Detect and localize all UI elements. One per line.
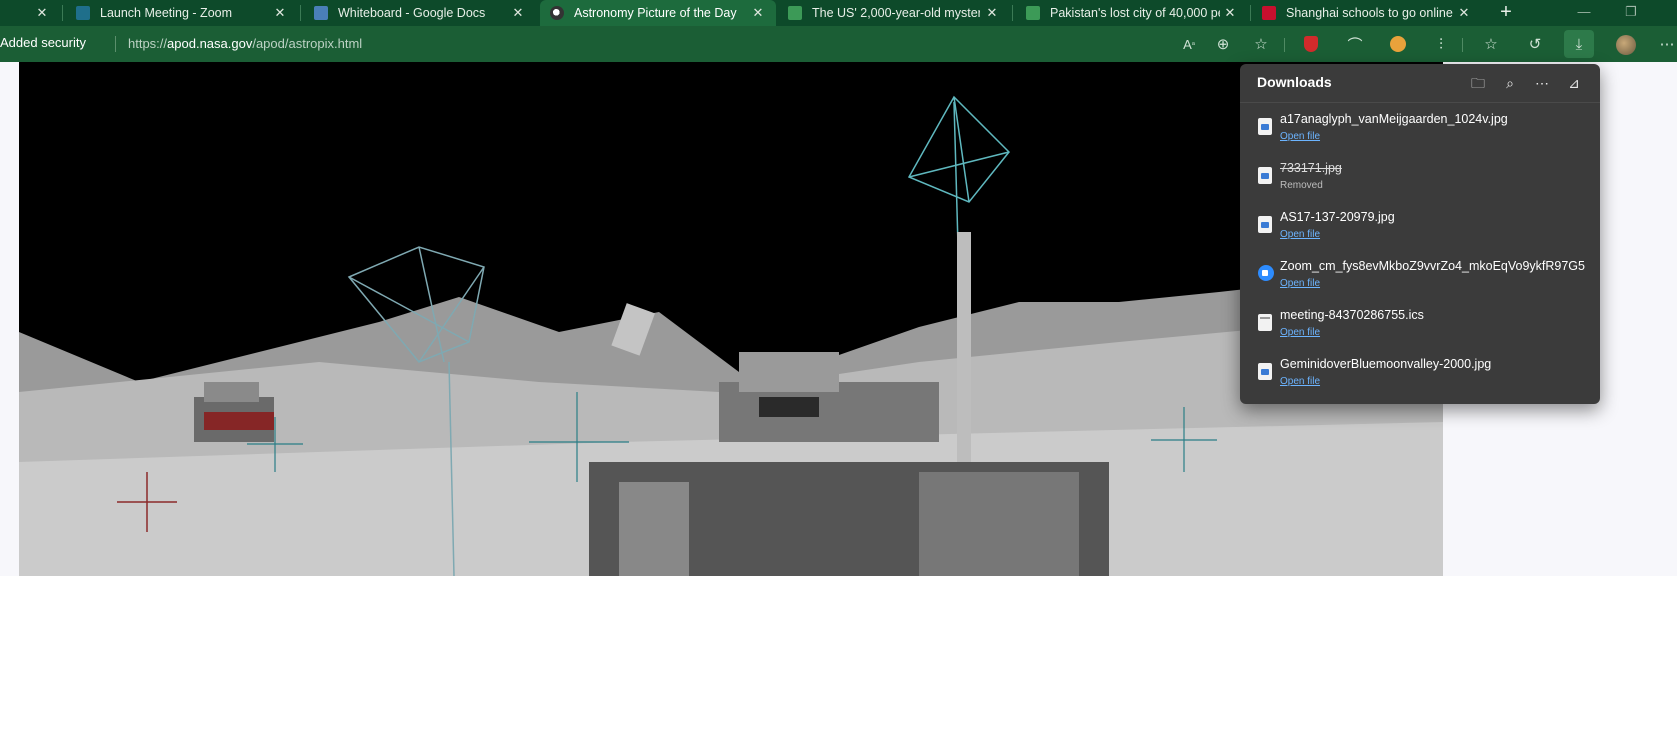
download-status: Removed (1280, 180, 1323, 191)
url-field[interactable]: https://apod.nasa.gov/apod/astropix.html (128, 36, 362, 51)
extension-arc-icon[interactable]: ⌒ (1344, 33, 1366, 55)
download-filename: GeminidoverBluemoonvalley-2000.jpg (1280, 357, 1492, 371)
add-favorite-icon[interactable]: ☆ (1250, 33, 1272, 55)
close-icon[interactable]: ✕ (34, 5, 50, 21)
zoom-icon[interactable]: ⊕ (1212, 33, 1234, 55)
open-folder-icon[interactable]: 🗀 (1468, 73, 1488, 93)
downloads-icon[interactable]: ⤓ (1564, 30, 1594, 58)
tab-google-docs[interactable]: Whiteboard - Google Docs ✕ (306, 0, 536, 26)
download-item[interactable]: a17anaglyph_vanMeijgaarden_1024v.jpg Ope… (1240, 104, 1600, 150)
apod-image[interactable] (19, 62, 1443, 576)
extension-badge-icon[interactable] (1387, 33, 1409, 55)
tab-label: The US' 2,000-year-old mystery (812, 6, 980, 20)
sheets-icon (1026, 6, 1040, 20)
read-aloud-icon[interactable]: Aᵃ (1178, 33, 1200, 55)
open-file-link[interactable]: Open file (1280, 229, 1320, 240)
docs-icon (314, 6, 328, 20)
downloads-header: Downloads 🗀 ⌕ ⋯ ⊿ (1240, 64, 1600, 103)
close-icon[interactable]: ✕ (510, 5, 526, 21)
tab-label: Pakistan's lost city of 40,000 peo (1050, 6, 1220, 20)
search-icon[interactable]: ⌕ (1500, 73, 1520, 93)
news-icon (1262, 6, 1276, 20)
tab-partial[interactable]: ✕ (0, 0, 60, 26)
apod-icon (550, 6, 564, 20)
url-domain: apod.nasa.gov (167, 36, 253, 51)
download-filename: AS17-137-20979.jpg (1280, 210, 1395, 224)
history-icon[interactable]: ↺ (1524, 33, 1546, 55)
image-file-icon (1258, 167, 1272, 184)
downloads-title: Downloads (1257, 74, 1332, 90)
tab-shanghai[interactable]: Shanghai schools to go online a ✕ (1256, 0, 1482, 26)
open-file-link[interactable]: Open file (1280, 376, 1320, 387)
close-icon[interactable]: ✕ (750, 5, 766, 21)
url-prefix: https:// (128, 36, 168, 51)
tab-separator (1250, 5, 1251, 21)
restore-icon[interactable]: ❐ (1622, 4, 1640, 20)
download-item[interactable]: GeminidoverBluemoonvalley-2000.jpg Open … (1240, 349, 1600, 395)
tab-label: Launch Meeting - Zoom (100, 6, 233, 20)
open-file-link[interactable]: Open file (1280, 327, 1320, 338)
open-file-link[interactable]: Open file (1280, 278, 1320, 289)
download-item[interactable]: Zoom_cm_fys8evMkboZ9vvrZo4_mkoEqVo9ykfR9… (1240, 251, 1600, 297)
download-filename: 733171.jpg (1280, 161, 1342, 175)
minimize-icon[interactable]: — (1575, 4, 1593, 19)
tab-separator (300, 5, 301, 21)
tab-label: Whiteboard - Google Docs (338, 6, 486, 20)
download-item[interactable]: meeting-84370286755.ics Open file (1240, 300, 1600, 346)
divider (1284, 38, 1285, 52)
tab-separator (62, 5, 63, 21)
tab-apod[interactable]: Astronomy Picture of the Day ✕ (540, 0, 776, 26)
image-file-icon (1258, 118, 1272, 135)
open-file-link[interactable]: Open file (1280, 131, 1320, 142)
zoom-icon (76, 6, 90, 20)
close-icon[interactable]: ✕ (1456, 5, 1472, 21)
tab-strip: ✕ Launch Meeting - Zoom ✕ Whiteboard - G… (0, 0, 1677, 26)
favorites-icon[interactable]: ☆ (1480, 33, 1502, 55)
extension-shield-icon[interactable] (1300, 33, 1322, 55)
divider (115, 36, 116, 52)
download-filename: a17anaglyph_vanMeijgaarden_1024v.jpg (1280, 112, 1508, 126)
more-options-icon[interactable]: ⋯ (1532, 73, 1552, 93)
image-file-icon (1258, 216, 1272, 233)
new-tab-button[interactable]: + (1495, 2, 1517, 24)
sheets-icon (788, 6, 802, 20)
tab-separator (1012, 5, 1013, 21)
close-icon[interactable]: ✕ (1222, 5, 1238, 21)
tab-zoom[interactable]: Launch Meeting - Zoom ✕ (68, 0, 298, 26)
tab-label: Astronomy Picture of the Day (574, 6, 737, 20)
download-filename: Zoom_cm_fys8evMkboZ9vvrZo4_mkoEqVo9ykfR9… (1280, 259, 1585, 273)
address-bar: Added security https://apod.nasa.gov/apo… (0, 26, 1677, 62)
tab-label: Shanghai schools to go online a (1286, 6, 1454, 20)
extensions-sliders-icon[interactable]: ⫶ (1430, 33, 1452, 55)
image-file-icon (1258, 363, 1272, 380)
tab-pakistan[interactable]: Pakistan's lost city of 40,000 peo ✕ (1018, 0, 1248, 26)
download-filename: meeting-84370286755.ics (1280, 308, 1424, 322)
security-indicator[interactable]: Added security (0, 35, 86, 50)
zoom-file-icon (1258, 265, 1274, 281)
downloads-panel: Downloads 🗀 ⌕ ⋯ ⊿ a17anaglyph_vanMeijgaa… (1240, 64, 1600, 404)
divider (1462, 38, 1463, 52)
download-item[interactable]: AS17-137-20979.jpg Open file (1240, 202, 1600, 248)
url-path: /apod/astropix.html (252, 36, 363, 51)
more-menu-icon[interactable]: ⋯ (1656, 33, 1677, 55)
calendar-file-icon (1258, 314, 1272, 331)
close-icon[interactable]: ✕ (272, 5, 288, 21)
tab-us-mystery[interactable]: The US' 2,000-year-old mystery ✕ (780, 0, 1010, 26)
pin-icon[interactable]: ⊿ (1564, 73, 1584, 93)
close-icon[interactable]: ✕ (984, 5, 1000, 21)
profile-avatar[interactable] (1616, 35, 1636, 55)
download-item[interactable]: 733171.jpg Removed (1240, 153, 1600, 199)
